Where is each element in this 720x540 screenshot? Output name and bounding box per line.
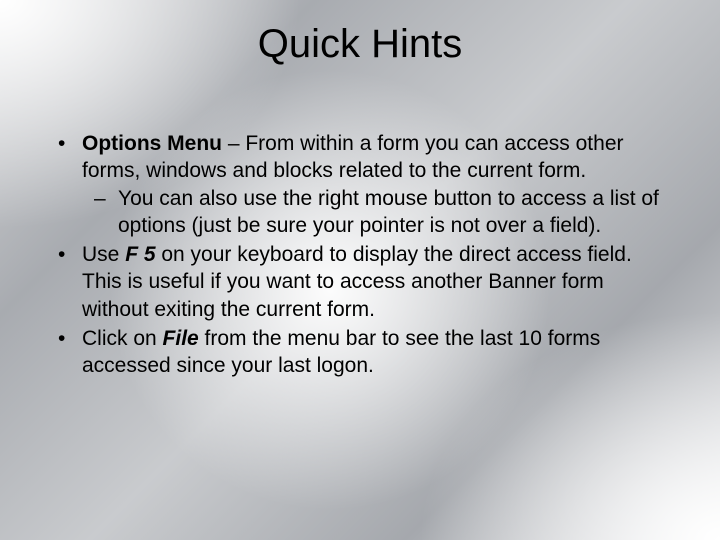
- slide-body: Options Menu – From within a form you ca…: [54, 130, 660, 382]
- menu-name: File: [163, 327, 199, 350]
- text: You can also use the right mouse button …: [118, 187, 659, 237]
- list-item: You can also use the right mouse button …: [82, 185, 660, 240]
- text: Use: [82, 243, 125, 266]
- sub-list: You can also use the right mouse button …: [82, 185, 660, 240]
- text: on your keyboard to display the direct a…: [82, 243, 632, 321]
- slide-title: Quick Hints: [0, 22, 720, 67]
- bold-term: Options Menu: [82, 132, 222, 155]
- slide: Quick Hints Options Menu – From within a…: [0, 0, 720, 540]
- list-item: Click on File from the menu bar to see t…: [54, 325, 660, 380]
- text: Click on: [82, 327, 163, 350]
- key-name: F 5: [125, 243, 155, 266]
- list-item: Options Menu – From within a form you ca…: [54, 130, 660, 239]
- list-item: Use F 5 on your keyboard to display the …: [54, 241, 660, 323]
- bullet-list: Options Menu – From within a form you ca…: [54, 130, 660, 380]
